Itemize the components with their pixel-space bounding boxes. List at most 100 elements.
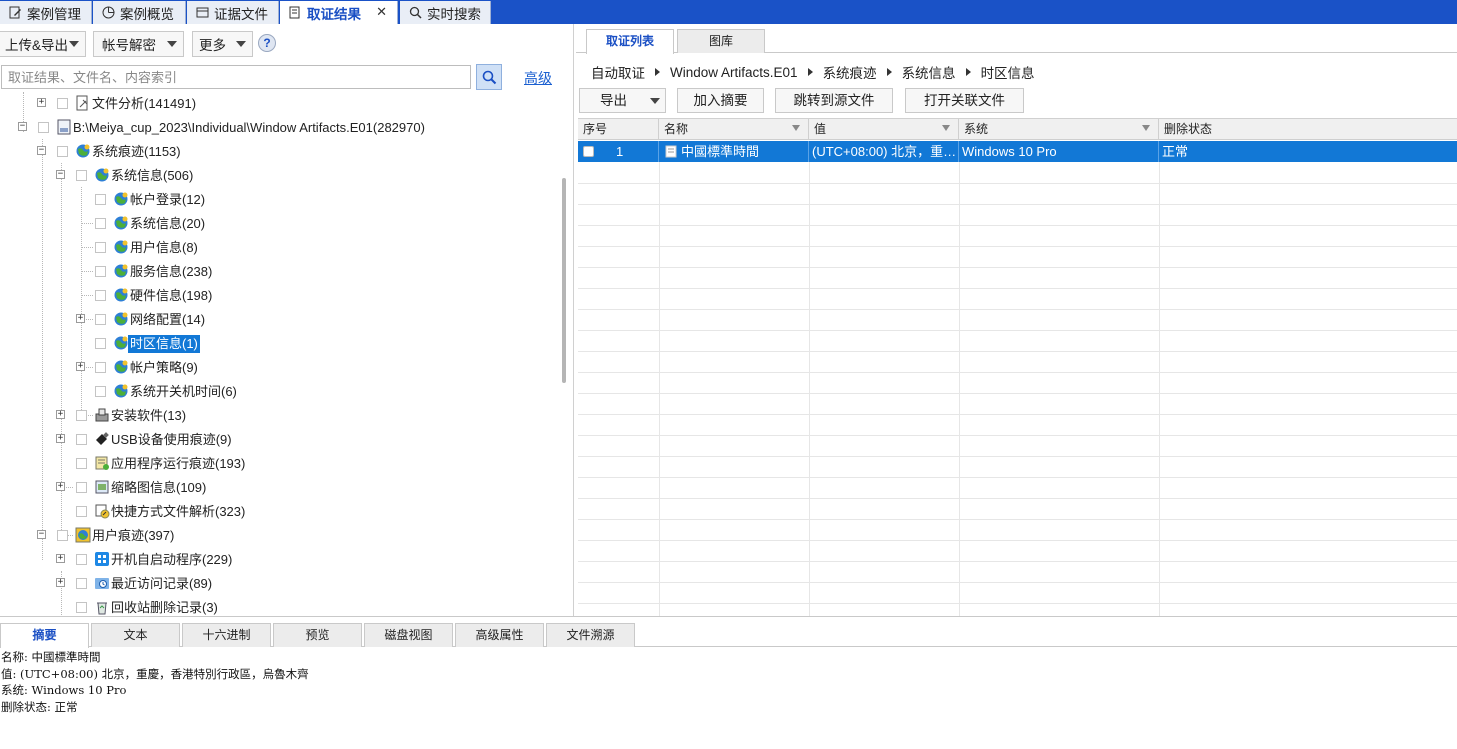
breadcrumb-item[interactable]: 时区信息 [981, 62, 1035, 82]
add-summary-button[interactable]: 加入摘要 [677, 88, 764, 113]
expand-icon[interactable]: + [56, 482, 65, 491]
tree-checkbox[interactable] [95, 194, 106, 205]
tree-item-file-analysis[interactable]: + 文件分析(141491) [0, 93, 560, 115]
close-icon[interactable]: ✕ [376, 4, 387, 20]
tree-item-user-info[interactable]: 用户信息(8) [0, 237, 560, 259]
filter-icon[interactable] [1142, 125, 1150, 131]
expand-icon[interactable]: + [56, 410, 65, 419]
export-dropdown[interactable]: 导出 [579, 88, 666, 113]
tree-checkbox[interactable] [95, 386, 106, 397]
tree-item-hardware-info[interactable]: 硬件信息(198) [0, 285, 560, 307]
tree-item-user-traces[interactable]: − 用户痕迹(397) [0, 525, 560, 547]
tree-checkbox[interactable] [76, 506, 87, 517]
filter-icon[interactable] [792, 125, 800, 131]
tree-checkbox[interactable] [95, 266, 106, 277]
expand-icon[interactable]: + [76, 314, 85, 323]
tree-item-evidence-image[interactable]: − B:\Meiya_cup_2023\Individual\Window Ar… [0, 117, 560, 139]
tab-gallery[interactable]: 图库 [677, 29, 765, 53]
expand-icon[interactable]: + [37, 98, 46, 107]
help-button[interactable]: ? [258, 34, 276, 52]
tree-item-account-login[interactable]: 帐户登录(12) [0, 189, 560, 211]
tree-item-account-policy[interactable]: + 帐户策略(9) [0, 357, 560, 379]
tree-checkbox[interactable] [95, 242, 106, 253]
breadcrumb-item[interactable]: 自动取证 [591, 62, 645, 82]
document-icon [195, 6, 209, 20]
tree-checkbox[interactable] [95, 314, 106, 325]
tree-checkbox[interactable] [76, 458, 87, 469]
row-checkbox[interactable] [583, 146, 594, 157]
filter-icon[interactable] [942, 125, 950, 131]
open-related-file-button[interactable]: 打开关联文件 [905, 88, 1024, 113]
breadcrumb-item[interactable]: 系统信息 [902, 62, 956, 82]
more-dropdown[interactable]: 更多 [192, 31, 253, 57]
expand-icon[interactable]: + [56, 434, 65, 443]
tree-checkbox[interactable] [76, 554, 87, 565]
search-input[interactable] [1, 65, 471, 89]
tree-item-thumbnail-info[interactable]: + 缩略图信息(109) [0, 477, 560, 499]
tab-text[interactable]: 文本 [91, 623, 180, 647]
column-header-delete-status[interactable]: 删除状态 [1159, 119, 1457, 140]
expand-icon[interactable]: + [56, 578, 65, 587]
tree-item-boot-shutdown-time[interactable]: 系统开关机时间(6) [0, 381, 560, 403]
column-header-index[interactable]: 序号 [578, 119, 659, 140]
tab-realtime-search[interactable]: 实时搜索 [400, 1, 491, 24]
advanced-search-link[interactable]: 高级 [524, 68, 552, 88]
tree-item-timezone-info[interactable]: 时区信息(1) [0, 333, 560, 355]
tree-item-recycle-bin[interactable]: 回收站删除记录(3) [0, 597, 560, 616]
tab-evidence-list[interactable]: 取证列表 [586, 29, 674, 54]
tree-checkbox[interactable] [95, 338, 106, 349]
tab-forensic-results[interactable]: 取证结果 ✕ [280, 1, 398, 24]
tree-checkbox[interactable] [57, 146, 68, 157]
tree-checkbox[interactable] [76, 434, 87, 445]
column-header-value[interactable]: 值 [809, 119, 959, 140]
tree-checkbox[interactable] [76, 170, 87, 181]
upload-export-dropdown[interactable]: 上传&导出 [0, 31, 86, 57]
tab-advanced-properties[interactable]: 高级属性 [455, 623, 544, 647]
collapse-icon[interactable]: − [56, 170, 65, 179]
tree-item-network-config[interactable]: + 网络配置(14) [0, 309, 560, 331]
column-header-system[interactable]: 系统 [959, 119, 1159, 140]
tree-item-installed-software[interactable]: + 安装软件(13) [0, 405, 560, 427]
tree-item-app-run-traces[interactable]: 应用程序运行痕迹(193) [0, 453, 560, 475]
table-row[interactable]: 1 中國標準時間 (UTC+08:00) 北京，重慶，香港特別行政區，烏魯木齊 … [578, 141, 1457, 162]
tree-checkbox[interactable] [38, 122, 49, 133]
account-decrypt-dropdown[interactable]: 帐号解密 [93, 31, 184, 57]
collapse-icon[interactable]: − [37, 530, 46, 539]
breadcrumb-item[interactable]: 系统痕迹 [823, 62, 877, 82]
tree-scrollbar[interactable] [562, 178, 566, 383]
tab-evidence-files[interactable]: 证据文件 [187, 1, 279, 24]
tree-item-startup-programs[interactable]: + 开机自启动程序(229) [0, 549, 560, 571]
tree-checkbox[interactable] [76, 578, 87, 589]
expand-icon[interactable]: + [76, 362, 85, 371]
tab-disk-view[interactable]: 磁盘视图 [364, 623, 453, 647]
collapse-icon[interactable]: − [37, 146, 46, 155]
jump-to-source-button[interactable]: 跳转到源文件 [775, 88, 893, 113]
search-button[interactable] [476, 64, 502, 90]
tree-item-shortcut-parsing[interactable]: 快捷方式文件解析(323) [0, 501, 560, 523]
tree-checkbox[interactable] [57, 98, 68, 109]
collapse-icon[interactable]: − [18, 122, 27, 131]
tree-item-system-info-sub[interactable]: 系统信息(20) [0, 213, 560, 235]
tab-case-management[interactable]: 案例管理 [0, 1, 92, 24]
tree-checkbox[interactable] [76, 602, 87, 613]
tree-item-usb-traces[interactable]: + USB设备使用痕迹(9) [0, 429, 560, 451]
tab-hex[interactable]: 十六进制 [182, 623, 271, 647]
tree-item-recent-access[interactable]: + 最近访问记录(89) [0, 573, 560, 595]
tree-checkbox[interactable] [76, 410, 87, 421]
tree-checkbox[interactable] [95, 218, 106, 229]
tab-file-trace[interactable]: 文件溯源 [546, 623, 635, 647]
tab-summary[interactable]: 摘要 [0, 623, 89, 648]
column-header-name[interactable]: 名称 [659, 119, 809, 140]
tree-checkbox[interactable] [95, 362, 106, 373]
breadcrumb-item[interactable]: Window Artifacts.E01 [670, 65, 798, 80]
tree-checkbox[interactable] [76, 482, 87, 493]
tree-checkbox[interactable] [95, 290, 106, 301]
tree-checkbox[interactable] [57, 530, 68, 541]
expand-icon[interactable]: + [56, 554, 65, 563]
tree-item-service-info[interactable]: 服务信息(238) [0, 261, 560, 283]
tree-item-system-traces[interactable]: − 系统痕迹(1153) [0, 141, 560, 163]
tree-item-system-info[interactable]: − 系统信息(506) [0, 165, 560, 187]
tab-case-overview[interactable]: 案例概览 [93, 1, 186, 24]
recent-icon [94, 575, 110, 591]
tab-preview[interactable]: 预览 [273, 623, 362, 647]
